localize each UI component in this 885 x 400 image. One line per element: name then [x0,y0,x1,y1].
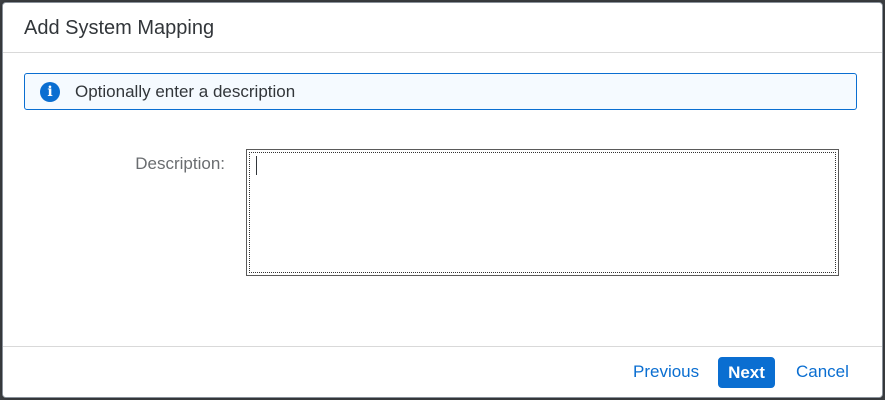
info-message-text: Optionally enter a description [75,82,296,101]
text-caret [256,156,257,175]
add-system-mapping-dialog: Add System Mapping i Optionally enter a … [2,2,883,398]
description-label: Description: [135,154,225,173]
previous-button[interactable]: Previous [629,356,703,388]
info-message-strip: i Optionally enter a description [24,73,857,110]
dialog-footer: Previous Next Cancel [3,346,882,397]
dialog-title: Add System Mapping [24,17,215,39]
dialog-header: Add System Mapping [3,3,882,53]
info-icon: i [40,82,60,102]
description-textarea[interactable] [246,149,839,276]
next-button[interactable]: Next [718,357,775,388]
cancel-button[interactable]: Cancel [792,356,853,388]
